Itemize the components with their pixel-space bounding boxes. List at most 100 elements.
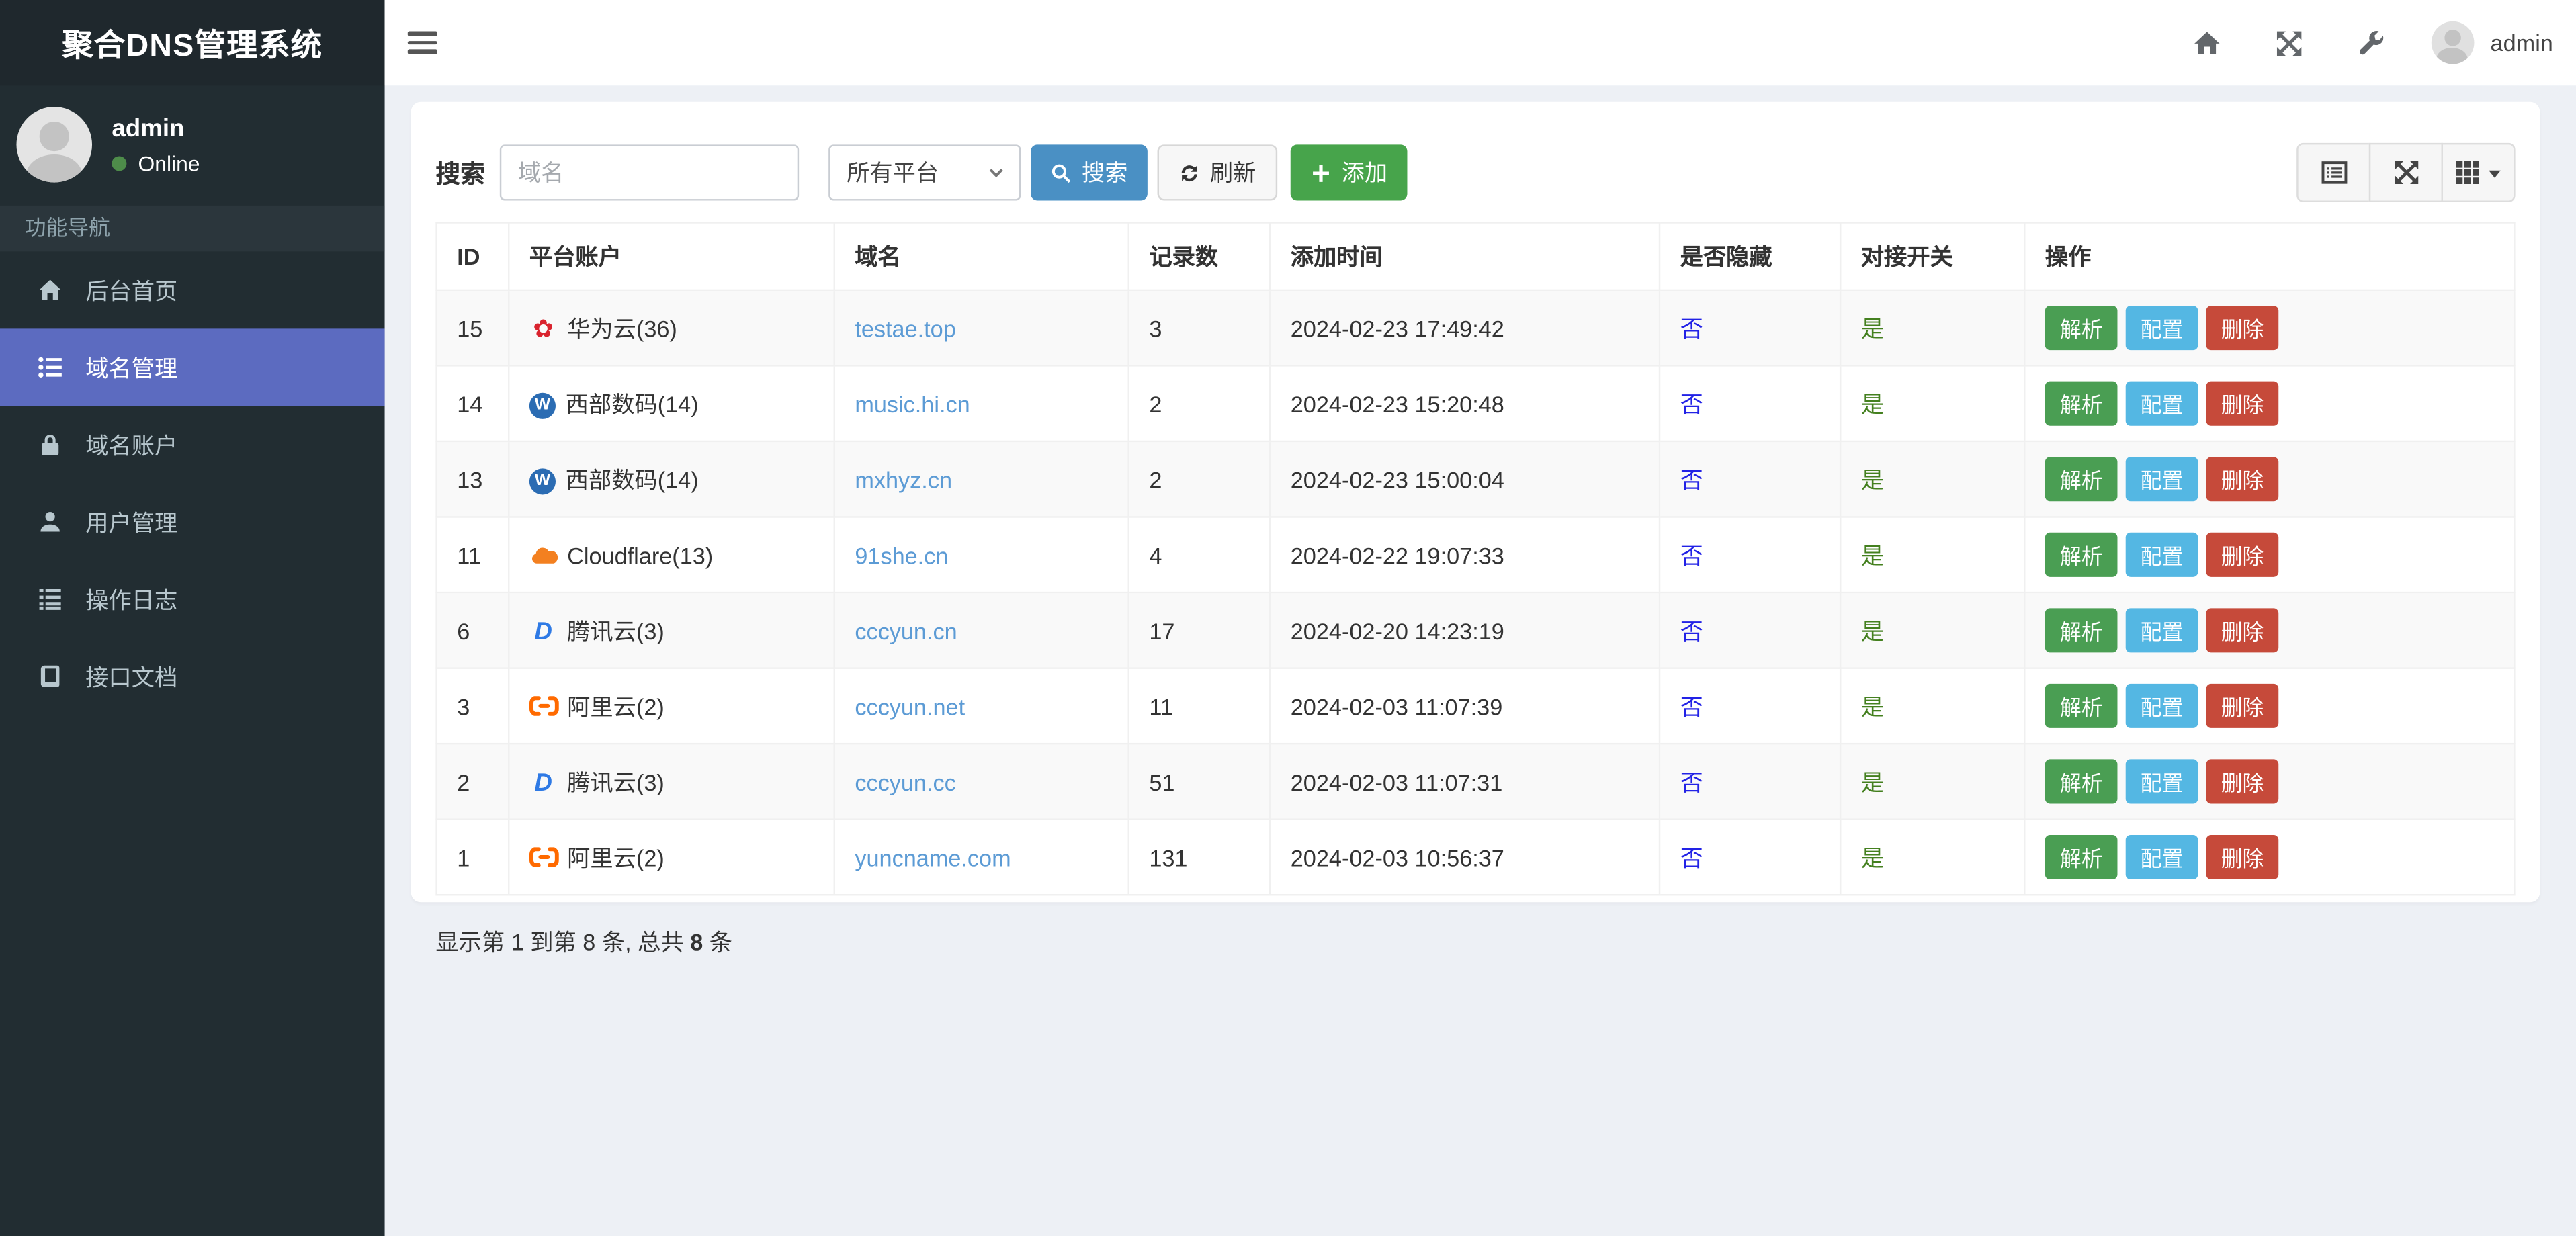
domain-link[interactable]: yuncname.com: [855, 844, 1011, 870]
west-digital-icon: W: [529, 390, 566, 419]
col-hidden: 是否隐藏: [1658, 222, 1842, 292]
hidden-toggle[interactable]: 否: [1680, 541, 1703, 568]
delete-button[interactable]: 删除: [2206, 306, 2279, 351]
config-button[interactable]: 配置: [2125, 306, 2198, 351]
cell-actions: 解析 配置 删除: [2024, 667, 2516, 745]
cell-id: 13: [435, 440, 510, 518]
cell-domain: testae.top: [833, 289, 1129, 367]
search-input[interactable]: [499, 144, 800, 201]
platform-select-value: 所有平台: [847, 159, 939, 186]
domain-link[interactable]: cccyun.cc: [855, 768, 955, 795]
columns-dropdown-button[interactable]: [2441, 142, 2516, 202]
domain-link[interactable]: 91she.cn: [855, 541, 948, 568]
col-actions: 操作: [2024, 222, 2516, 292]
sidebar-item-label: 用户管理: [85, 509, 178, 535]
user-menu[interactable]: admin: [2431, 21, 2553, 64]
switch-toggle[interactable]: 是: [1861, 844, 1884, 870]
fullscreen-table-button[interactable]: [2368, 142, 2443, 202]
hidden-toggle[interactable]: 否: [1680, 768, 1703, 795]
domain-link[interactable]: mxhyz.cn: [855, 466, 952, 492]
cell-added-time: 2024-02-22 19:07:33: [1269, 516, 1661, 594]
switch-toggle[interactable]: 是: [1861, 768, 1884, 795]
sidebar-item-2[interactable]: 域名管理: [0, 328, 385, 406]
hidden-toggle[interactable]: 否: [1680, 466, 1703, 492]
table-row: 2 D 腾讯云(3) cccyun.cc 51 2024-02-03 11:07:31 否 是…: [435, 742, 2516, 820]
hidden-toggle[interactable]: 否: [1680, 693, 1703, 719]
cell-added-time: 2024-02-03 10:56:37: [1269, 818, 1661, 896]
hidden-toggle[interactable]: 否: [1680, 390, 1703, 416]
delete-button[interactable]: 删除: [2206, 759, 2279, 804]
delete-button[interactable]: 删除: [2206, 381, 2279, 426]
col-switch: 对接开关: [1839, 222, 2026, 292]
home-icon[interactable]: [2193, 29, 2221, 57]
config-button[interactable]: 配置: [2125, 608, 2198, 653]
refresh-button[interactable]: 刷新: [1157, 144, 1278, 201]
parse-button[interactable]: 解析: [2045, 306, 2118, 351]
west-digital-icon: W: [529, 466, 566, 494]
hidden-toggle[interactable]: 否: [1680, 315, 1703, 341]
cell-switch: 是: [1839, 516, 2026, 594]
parse-button[interactable]: 解析: [2045, 457, 2118, 502]
parse-button[interactable]: 解析: [2045, 608, 2118, 653]
domain-link[interactable]: cccyun.cn: [855, 617, 957, 644]
search-button[interactable]: 搜索: [1031, 144, 1148, 201]
parse-button[interactable]: 解析: [2045, 381, 2118, 426]
col-platform: 平台账户: [508, 222, 835, 292]
config-button[interactable]: 配置: [2125, 457, 2198, 502]
domain-link[interactable]: testae.top: [855, 315, 955, 341]
delete-button[interactable]: 删除: [2206, 608, 2279, 653]
aliyun-icon: [529, 844, 567, 870]
hidden-toggle[interactable]: 否: [1680, 844, 1703, 870]
config-button[interactable]: 配置: [2125, 834, 2198, 880]
tencent-cloud-icon: D: [534, 769, 552, 798]
brand-title[interactable]: 聚合DNS管理系统: [0, 0, 385, 86]
user-icon: [34, 509, 64, 535]
switch-toggle[interactable]: 是: [1861, 466, 1884, 492]
delete-button[interactable]: 删除: [2206, 683, 2279, 728]
platform-select[interactable]: 所有平台: [828, 144, 1021, 201]
detail-view-button[interactable]: [2296, 142, 2371, 202]
sidebar-item-3[interactable]: 域名账户: [0, 406, 385, 483]
domain-link[interactable]: cccyun.net: [855, 693, 965, 719]
switch-toggle[interactable]: 是: [1861, 315, 1884, 341]
cell-hidden: 否: [1658, 742, 1842, 820]
parse-button[interactable]: 解析: [2045, 532, 2118, 577]
cell-platform: 阿里云(2): [508, 818, 835, 896]
wrench-icon[interactable]: [2357, 29, 2385, 57]
sidebar-toggle-icon[interactable]: [407, 26, 441, 59]
table-row: 14 W 西部数码(14) music.hi.cn 2 2024-02-23 15:20:…: [435, 365, 2516, 443]
config-button[interactable]: 配置: [2125, 381, 2198, 426]
cell-switch: 是: [1839, 289, 2026, 367]
sidebar-item-5[interactable]: 操作日志: [0, 560, 385, 637]
cell-records: 2: [1127, 440, 1271, 518]
domain-link[interactable]: music.hi.cn: [855, 390, 970, 416]
sidebar-item-label: 接口文档: [85, 663, 178, 690]
sidebar-item-label: 域名管理: [85, 354, 178, 381]
parse-button[interactable]: 解析: [2045, 683, 2118, 728]
fullscreen-icon[interactable]: [2275, 29, 2303, 57]
config-button[interactable]: 配置: [2125, 532, 2198, 577]
switch-toggle[interactable]: 是: [1861, 617, 1884, 644]
switch-toggle[interactable]: 是: [1861, 390, 1884, 416]
config-button[interactable]: 配置: [2125, 683, 2198, 728]
switch-toggle[interactable]: 是: [1861, 693, 1884, 719]
config-button[interactable]: 配置: [2125, 759, 2198, 804]
sidebar-item-6[interactable]: 接口文档: [0, 637, 385, 715]
parse-button[interactable]: 解析: [2045, 759, 2118, 804]
delete-button[interactable]: 删除: [2206, 532, 2279, 577]
col-id: ID: [435, 222, 510, 292]
navbar-avatar: [2431, 21, 2475, 64]
cell-id: 3: [435, 667, 510, 745]
platform-label: 腾讯云(3): [567, 768, 664, 795]
parse-button[interactable]: 解析: [2045, 834, 2118, 880]
switch-toggle[interactable]: 是: [1861, 541, 1884, 568]
lock-icon: [34, 431, 64, 457]
cell-switch: 是: [1839, 440, 2026, 518]
sidebar-item-label: 后台首页: [85, 277, 178, 304]
hidden-toggle[interactable]: 否: [1680, 617, 1703, 644]
delete-button[interactable]: 删除: [2206, 834, 2279, 880]
add-button[interactable]: 添加: [1290, 144, 1408, 201]
sidebar-item-4[interactable]: 用户管理: [0, 483, 385, 560]
delete-button[interactable]: 删除: [2206, 457, 2279, 502]
sidebar-item-1[interactable]: 后台首页: [0, 251, 385, 328]
